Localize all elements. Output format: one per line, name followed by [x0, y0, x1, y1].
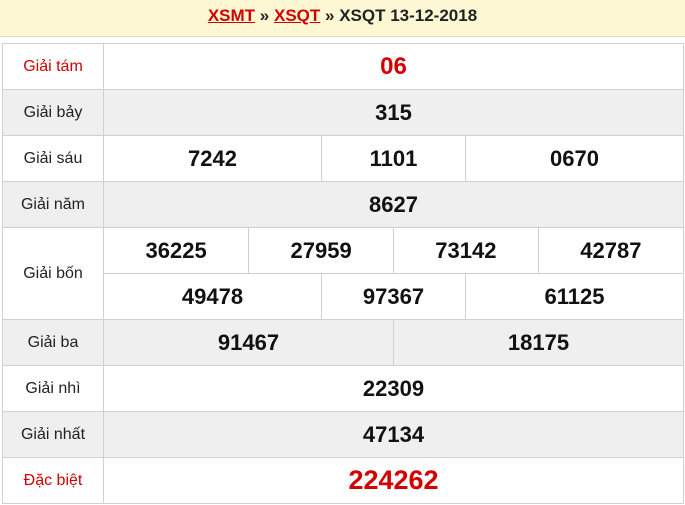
special-prize-number: 224262 [103, 457, 684, 504]
prize-number-group: 91467 18175 [104, 320, 683, 365]
prize-row-g8: Giải tám 06 [2, 43, 684, 90]
breadcrumb: XSMT » XSQT » XSQT 13-12-2018 [0, 0, 685, 37]
prize-label: Giải nhất [2, 411, 104, 458]
prize-number-group: 7242 1101 0670 [104, 136, 683, 181]
prize-number-group: 36225 27959 73142 42787 [104, 228, 683, 273]
prize-row-special: Đặc biệt 224262 [2, 457, 684, 504]
prize-number: 8627 [103, 181, 684, 228]
prize-row-g7: Giải bảy 315 [2, 89, 684, 136]
prize-number: 22309 [103, 365, 684, 412]
prize-row-g6: Giải sáu 7242 1101 0670 [2, 135, 684, 182]
prize-number: 06 [103, 43, 684, 90]
prize-number: 49478 [181, 283, 244, 309]
prize-number: 73142 [393, 228, 539, 273]
prize-row-g5: Giải năm 8627 [2, 181, 684, 228]
breadcrumb-separator: » [320, 6, 340, 25]
prize-number: 1101 [321, 136, 466, 181]
prize-row-g1: Giải nhất 47134 [2, 411, 684, 458]
prize-number: 27959 [248, 228, 394, 273]
prize-number: 61125 [465, 273, 683, 319]
prize-label: Giải năm [2, 181, 104, 228]
prize-number: 97367 [321, 273, 466, 319]
prize-number: 315 [103, 89, 684, 136]
prize-number: 42787 [537, 228, 683, 273]
prize-row-g3: Giải ba 91467 18175 [2, 319, 684, 366]
prize-label: Giải bảy [2, 89, 104, 136]
prize-number: 0670 [465, 136, 683, 181]
breadcrumb-link-xsmt[interactable]: XSMT [208, 6, 255, 25]
results-table: Giải tám 06 Giải bảy 315 Giải sáu 7242 1… [2, 43, 684, 504]
prize-row-g4: Giải bốn 36225 27959 73142 42787 49478 9… [2, 227, 684, 320]
prize-number-group: 49478 97367 61125 [104, 273, 683, 319]
prize-number: 18175 [393, 320, 683, 365]
prize-number: 36225 [145, 237, 207, 263]
breadcrumb-link-xsqt[interactable]: XSQT [274, 6, 320, 25]
prize-row-g2: Giải nhì 22309 [2, 365, 684, 412]
breadcrumb-current: XSQT 13-12-2018 [339, 6, 478, 25]
prize-label: Giải ba [2, 319, 104, 366]
prize-label: Đặc biệt [2, 457, 104, 504]
prize-number: 91467 [104, 320, 394, 365]
breadcrumb-separator: » [255, 6, 274, 25]
prize-number: 47134 [103, 411, 684, 458]
prize-label: Giải sáu [2, 135, 104, 182]
prize-label: Giải bốn [2, 227, 104, 320]
prize-label: Giải tám [2, 43, 104, 90]
prize-label: Giải nhì [2, 365, 104, 412]
prize-number: 7242 [188, 145, 237, 171]
